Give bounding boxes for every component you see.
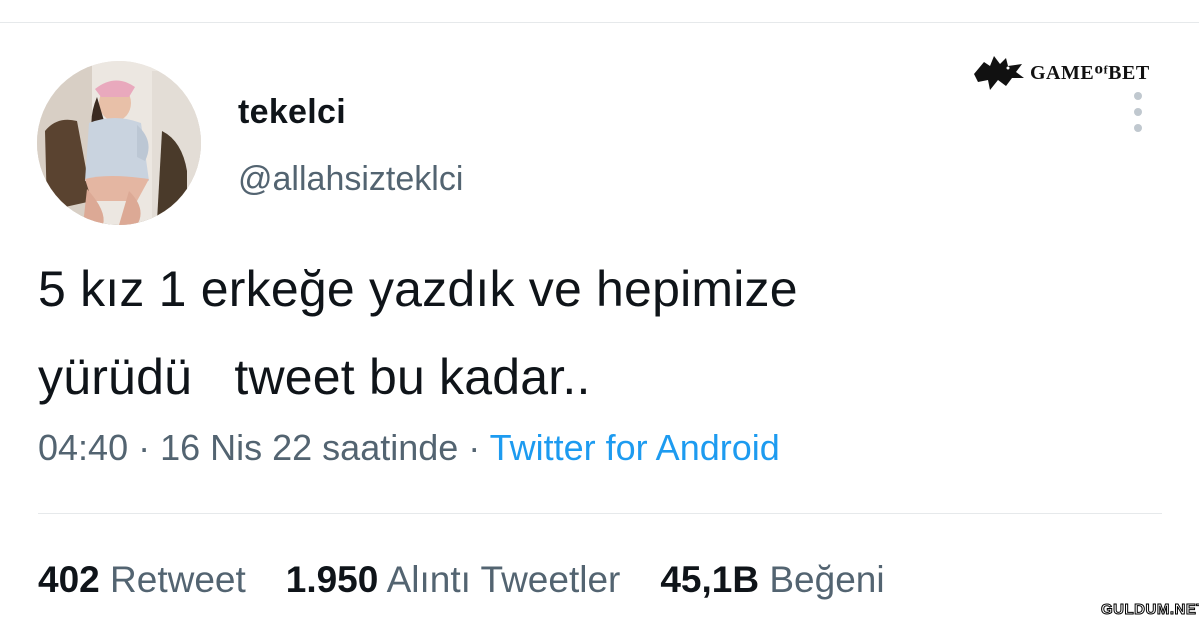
more-dot: [1134, 124, 1142, 132]
display-name[interactable]: tekelci: [238, 93, 346, 132]
user-handle[interactable]: @allahsizteklci: [238, 160, 463, 199]
meta-separator: ·: [458, 427, 490, 468]
quote-count: 1.950: [285, 559, 379, 600]
stats-divider: [38, 513, 1162, 514]
more-dot: [1134, 108, 1142, 116]
top-divider: [0, 22, 1199, 23]
like-count: 45,1B: [660, 559, 760, 600]
tweet-stats: 402 Retweet 1.950 Alıntı Tweetler 45,1B …: [38, 559, 885, 601]
quote-stat[interactable]: 1.950 Alıntı Tweetler: [286, 559, 621, 601]
like-label: Beğeni: [769, 559, 885, 600]
retweet-count: 402: [38, 559, 100, 600]
watermark-top-text: GAMEᴼᶠBET: [1030, 61, 1150, 84]
wolf-logo-icon: [974, 56, 1024, 90]
meta-separator: ·: [128, 427, 161, 468]
tweet-text-line2: yürüdü tweet bu kadar..: [38, 349, 591, 405]
retweet-label: Retweet: [110, 559, 246, 600]
avatar-photo: [37, 61, 201, 225]
like-stat[interactable]: 45,1B Beğeni: [660, 559, 884, 601]
tweet-time[interactable]: 04:40: [38, 427, 128, 468]
more-dot: [1134, 92, 1142, 100]
guldum-watermark: GULDUM.NET: [1101, 601, 1199, 619]
gameofbet-watermark: GAMEᴼᶠBET: [972, 54, 1150, 92]
tweet-meta: 04:40 · 16 Nis 22 saatinde · Twitter for…: [38, 427, 780, 469]
quote-label: Alıntı Tweetler: [386, 559, 621, 600]
more-vertical-icon[interactable]: [1128, 92, 1148, 132]
tweet-text: 5 kız 1 erkeğe yazdık ve hepimize yürüdü …: [38, 245, 1138, 421]
retweet-stat[interactable]: 402 Retweet: [38, 559, 246, 601]
tweet-text-line1: 5 kız 1 erkeğe yazdık ve hepimize: [38, 261, 798, 317]
tweet-date[interactable]: 16 Nis 22 saatinde: [160, 427, 458, 468]
tweet-source-link[interactable]: Twitter for Android: [490, 427, 780, 468]
avatar[interactable]: [37, 61, 201, 225]
